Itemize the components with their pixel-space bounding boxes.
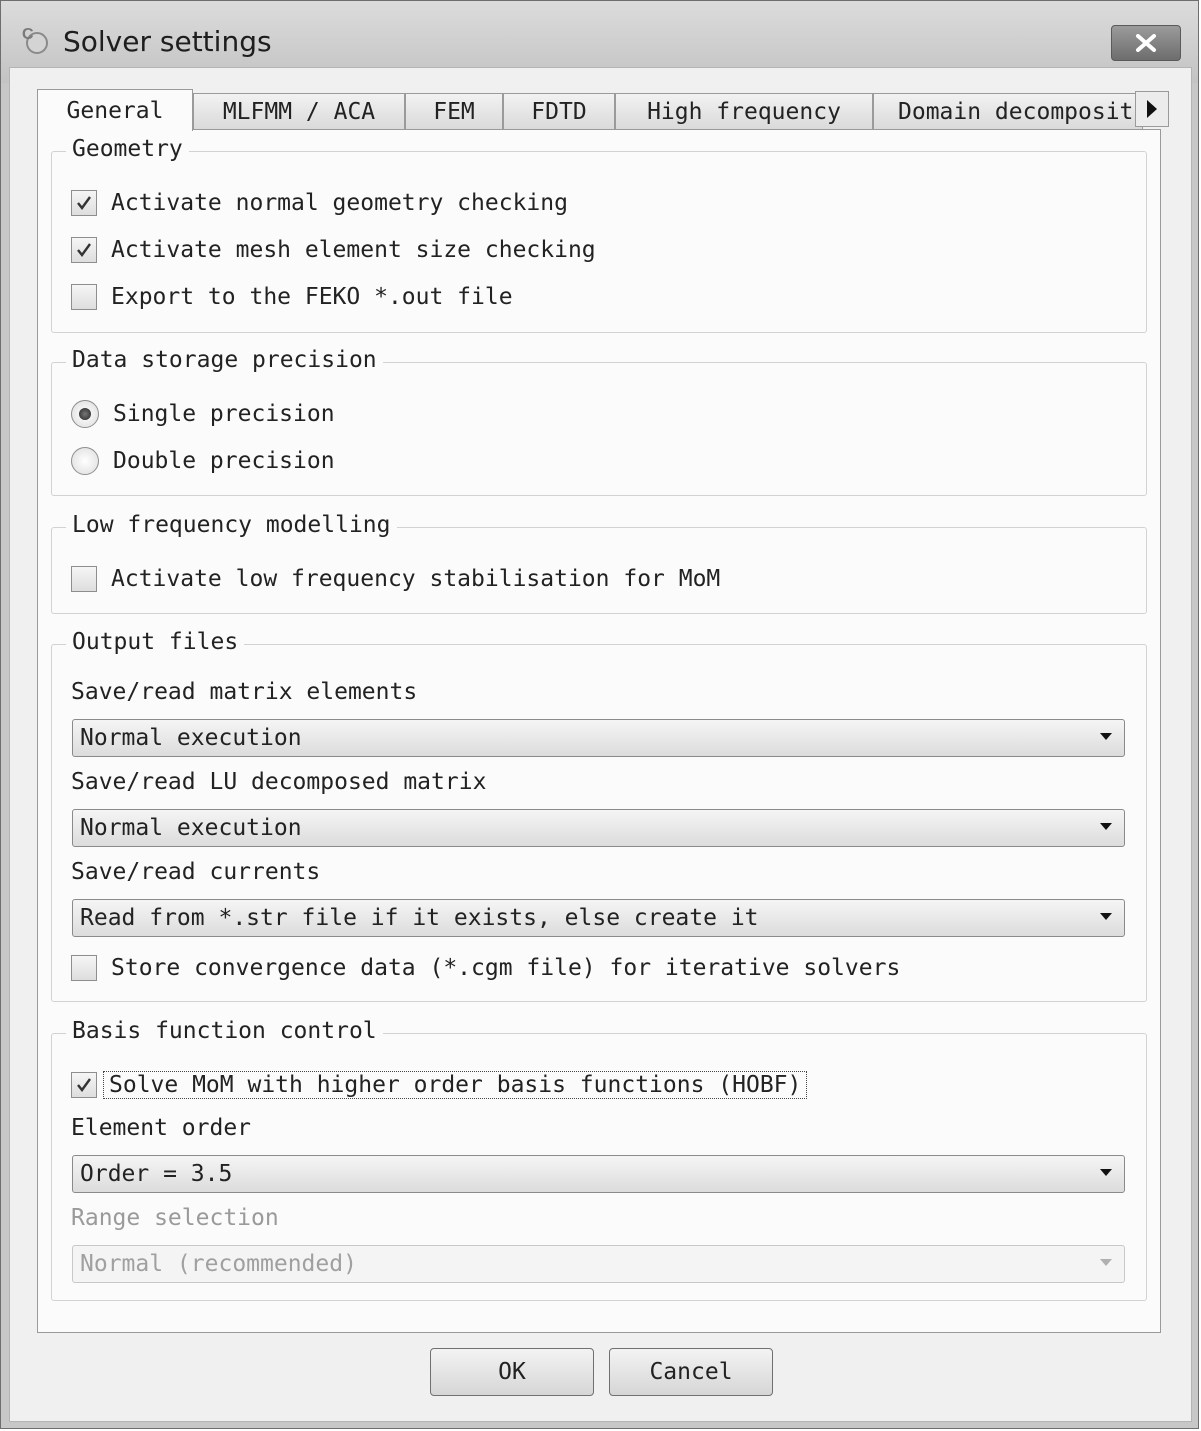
chevron-down-icon bbox=[1100, 913, 1112, 920]
range-selection-select: Normal (recommended) bbox=[72, 1245, 1125, 1283]
lu-decomposed-matrix-select[interactable]: Normal execution bbox=[72, 809, 1125, 847]
tab-domain-decomposition[interactable]: Domain decomposition bbox=[873, 93, 1143, 129]
normal-geometry-checking-label: Activate normal geometry checking bbox=[111, 190, 568, 216]
tab-high-frequency[interactable]: High frequency bbox=[615, 93, 873, 129]
lu-decomposed-matrix-value: Normal execution bbox=[80, 815, 302, 841]
mesh-element-size-checking-option[interactable]: Activate mesh element size checking bbox=[71, 234, 596, 266]
store-convergence-data-checkbox[interactable] bbox=[71, 955, 97, 981]
tab-fdtd[interactable]: FDTD bbox=[503, 93, 615, 129]
cadfeko-app-icon: C bbox=[22, 26, 48, 54]
export-out-file-label: Export to the FEKO *.out file bbox=[111, 284, 513, 310]
tab-general[interactable]: General bbox=[37, 89, 193, 131]
chevron-down-icon bbox=[1100, 1259, 1112, 1266]
element-order-label: Element order bbox=[71, 1115, 252, 1141]
tab-scroll-right-button[interactable] bbox=[1135, 91, 1169, 127]
matrix-elements-label: Save/read matrix elements bbox=[71, 679, 418, 705]
hobf-option[interactable]: Solve MoM with higher order basis functi… bbox=[71, 1069, 808, 1101]
low-frequency-stabilisation-checkbox[interactable] bbox=[71, 566, 97, 592]
data-storage-precision-legend: Data storage precision bbox=[66, 347, 383, 373]
double-precision-option[interactable]: Double precision bbox=[71, 445, 335, 477]
mesh-element-size-checking-checkbox[interactable] bbox=[71, 237, 97, 263]
element-order-value: Order = 3.5 bbox=[80, 1161, 233, 1187]
matrix-elements-value: Normal execution bbox=[80, 725, 302, 751]
tab-bar: General MLFMM / ACA FEM FDTD High freque… bbox=[37, 89, 1169, 131]
currents-select[interactable]: Read from *.str file if it exists, else … bbox=[72, 899, 1125, 937]
close-button[interactable] bbox=[1111, 25, 1181, 61]
range-selection-value: Normal (recommended) bbox=[80, 1251, 357, 1277]
double-precision-radio[interactable] bbox=[71, 447, 99, 475]
chevron-down-icon bbox=[1100, 1169, 1112, 1176]
single-precision-option[interactable]: Single precision bbox=[71, 398, 335, 430]
basis-function-control-legend: Basis function control bbox=[66, 1018, 383, 1044]
checkmark-icon bbox=[77, 243, 91, 257]
svg-text:C: C bbox=[22, 26, 34, 43]
checkmark-icon bbox=[77, 196, 91, 210]
element-order-select[interactable]: Order = 3.5 bbox=[72, 1155, 1125, 1193]
export-out-file-option[interactable]: Export to the FEKO *.out file bbox=[71, 281, 513, 313]
tab-mlfmm-aca[interactable]: MLFMM / ACA bbox=[193, 93, 405, 129]
matrix-elements-select[interactable]: Normal execution bbox=[72, 719, 1125, 757]
single-precision-label: Single precision bbox=[113, 401, 335, 427]
low-frequency-stabilisation-option[interactable]: Activate low frequency stabilisation for… bbox=[71, 563, 720, 595]
geometry-legend: Geometry bbox=[66, 136, 189, 162]
lu-decomposed-matrix-label: Save/read LU decomposed matrix bbox=[71, 769, 487, 795]
currents-label: Save/read currents bbox=[71, 859, 321, 885]
normal-geometry-checking-checkbox[interactable] bbox=[71, 190, 97, 216]
normal-geometry-checking-option[interactable]: Activate normal geometry checking bbox=[71, 187, 568, 219]
close-icon bbox=[1136, 34, 1156, 52]
chevron-right-icon bbox=[1147, 100, 1157, 118]
output-files-legend: Output files bbox=[66, 629, 245, 655]
single-precision-radio[interactable] bbox=[71, 400, 99, 428]
mesh-element-size-checking-label: Activate mesh element size checking bbox=[111, 237, 596, 263]
currents-value: Read from *.str file if it exists, else … bbox=[80, 905, 759, 931]
chevron-down-icon bbox=[1100, 733, 1112, 740]
store-convergence-data-option[interactable]: Store convergence data (*.cgm file) for … bbox=[71, 952, 900, 984]
low-frequency-stabilisation-label: Activate low frequency stabilisation for… bbox=[111, 566, 721, 592]
low-frequency-modelling-legend: Low frequency modelling bbox=[66, 512, 397, 538]
ok-button[interactable]: OK bbox=[430, 1348, 594, 1396]
checkmark-icon bbox=[77, 1078, 91, 1092]
tab-fem[interactable]: FEM bbox=[405, 93, 503, 129]
window-title: Solver settings bbox=[63, 25, 272, 58]
hobf-checkbox[interactable] bbox=[71, 1072, 97, 1098]
double-precision-label: Double precision bbox=[113, 448, 335, 474]
radio-selected-dot bbox=[79, 408, 91, 420]
export-out-file-checkbox[interactable] bbox=[71, 284, 97, 310]
range-selection-label: Range selection bbox=[71, 1205, 279, 1231]
cancel-button[interactable]: Cancel bbox=[609, 1348, 773, 1396]
chevron-down-icon bbox=[1100, 823, 1112, 830]
hobf-label: Solve MoM with higher order basis functi… bbox=[103, 1071, 808, 1099]
store-convergence-data-label: Store convergence data (*.cgm file) for … bbox=[111, 955, 901, 981]
solver-settings-dialog: C Solver settings General MLFMM / ACA FE… bbox=[0, 0, 1199, 1429]
